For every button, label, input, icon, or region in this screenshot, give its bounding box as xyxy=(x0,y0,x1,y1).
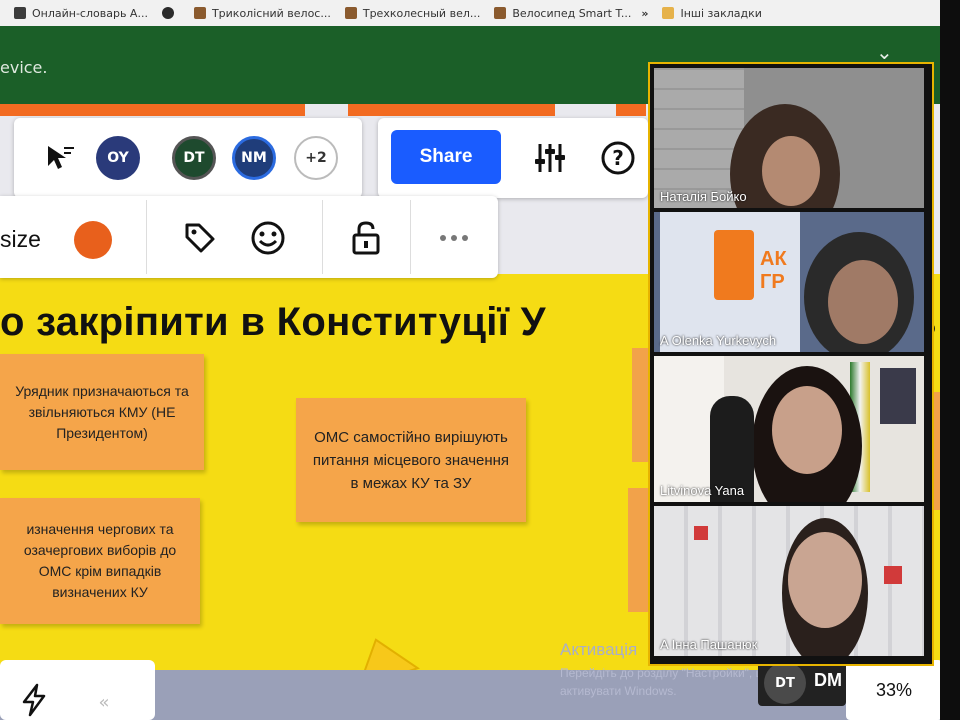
screen: Онлайн-словарь А... Триколісний велос...… xyxy=(0,0,940,720)
avatar[interactable]: DT xyxy=(172,136,216,180)
activation-watermark-line: Перейдіть до розділу "Настройки", щоб xyxy=(560,666,779,680)
lock-icon[interactable] xyxy=(346,218,386,258)
sticky-note[interactable]: Урядник призначаються та звільняються КМ… xyxy=(0,354,204,470)
size-label[interactable]: size xyxy=(0,226,41,253)
frame-strip xyxy=(348,104,555,116)
bookmarks-more[interactable]: » xyxy=(641,7,648,20)
video-tile[interactable]: Наталія Бойко xyxy=(654,68,924,208)
participant-face xyxy=(828,260,898,344)
logo-letters: АК ГР xyxy=(760,248,787,293)
divider xyxy=(146,200,147,274)
orange-figure xyxy=(714,230,754,300)
more-options-icon[interactable] xyxy=(434,218,474,258)
chevron-down-icon[interactable]: ⌄ xyxy=(876,40,893,64)
svg-text:?: ? xyxy=(612,146,624,170)
help-icon[interactable]: ? xyxy=(596,136,640,180)
frame-strip xyxy=(616,104,646,116)
frame-strip xyxy=(0,104,305,116)
board-title: о закріпити в Конституції У xyxy=(0,300,546,344)
sticky-note[interactable]: изначення чергових та озачергових виборі… xyxy=(0,498,200,624)
settings-sliders-icon[interactable] xyxy=(528,136,572,180)
video-tile[interactable]: A Інна Пашанюк xyxy=(654,506,924,656)
video-tile[interactable]: АК ГР A Olenka Yurkevych xyxy=(654,212,924,352)
avatar[interactable]: NM xyxy=(232,136,276,180)
other-bookmarks[interactable]: Інші закладки xyxy=(662,7,762,20)
cursor-icon[interactable] xyxy=(44,142,76,180)
avatar-initials[interactable]: DM xyxy=(814,670,842,691)
tag-icon[interactable] xyxy=(180,218,220,258)
participant-name: Наталія Бойко xyxy=(660,189,747,204)
more-collaborators-badge[interactable]: +2 xyxy=(294,136,338,180)
avatar[interactable]: OY xyxy=(96,136,140,180)
divider xyxy=(322,200,323,274)
color-picker[interactable] xyxy=(74,221,112,259)
participant-face xyxy=(772,386,842,474)
banner-text: evice. xyxy=(0,58,48,77)
participant-face xyxy=(762,136,820,206)
collapse-icon[interactable]: « xyxy=(92,690,116,714)
wall-decoration xyxy=(694,526,708,540)
activation-watermark-line: активувати Windows. xyxy=(560,684,677,698)
globe-icon xyxy=(161,7,174,19)
sticky-note-edge[interactable] xyxy=(628,488,650,612)
divider xyxy=(410,200,411,274)
video-call-panel: Наталія Бойко АК ГР A Olenka Yurkevych Li… xyxy=(648,62,934,666)
bookmark-4[interactable]: Трехколесный вел... xyxy=(344,7,480,20)
audio-prefix: A xyxy=(660,333,668,348)
sticky-note[interactable]: ОМС самостійно вирішують питання місцево… xyxy=(296,398,526,522)
picture-frame xyxy=(880,368,916,424)
user-icon xyxy=(193,7,206,19)
presenter-pill: DT DM xyxy=(758,660,846,706)
bookmarks-bar: Онлайн-словарь А... Триколісний велос...… xyxy=(0,0,940,27)
participant-name: A Olenka Yurkevych xyxy=(660,333,777,348)
lightning-icon[interactable] xyxy=(16,682,52,718)
book-icon xyxy=(14,7,26,19)
folder-icon xyxy=(662,7,675,19)
bookmark-1[interactable]: Онлайн-словарь А... xyxy=(14,7,148,20)
participant-face xyxy=(788,532,862,628)
participant-name: Litvinova Yana xyxy=(660,483,745,498)
activation-watermark-title: Активація xyxy=(560,640,638,659)
user-icon xyxy=(344,7,357,19)
wall-decoration xyxy=(884,566,902,584)
zoom-level[interactable]: 33% xyxy=(846,660,940,720)
bookmark-5[interactable]: Велосипед Smart T... xyxy=(494,7,631,20)
bookmark-2[interactable] xyxy=(161,7,180,19)
user-icon xyxy=(494,7,507,19)
share-button[interactable]: Share xyxy=(391,130,501,184)
participant-name: A Інна Пашанюк xyxy=(660,637,758,652)
bookmark-3[interactable]: Триколісний велос... xyxy=(193,7,331,20)
avatar[interactable]: DT xyxy=(764,662,806,704)
video-tile[interactable]: Litvinova Yana xyxy=(654,356,924,502)
audio-prefix: A xyxy=(660,637,668,652)
emoji-icon[interactable] xyxy=(248,218,288,258)
monitor-bezel xyxy=(940,0,960,720)
